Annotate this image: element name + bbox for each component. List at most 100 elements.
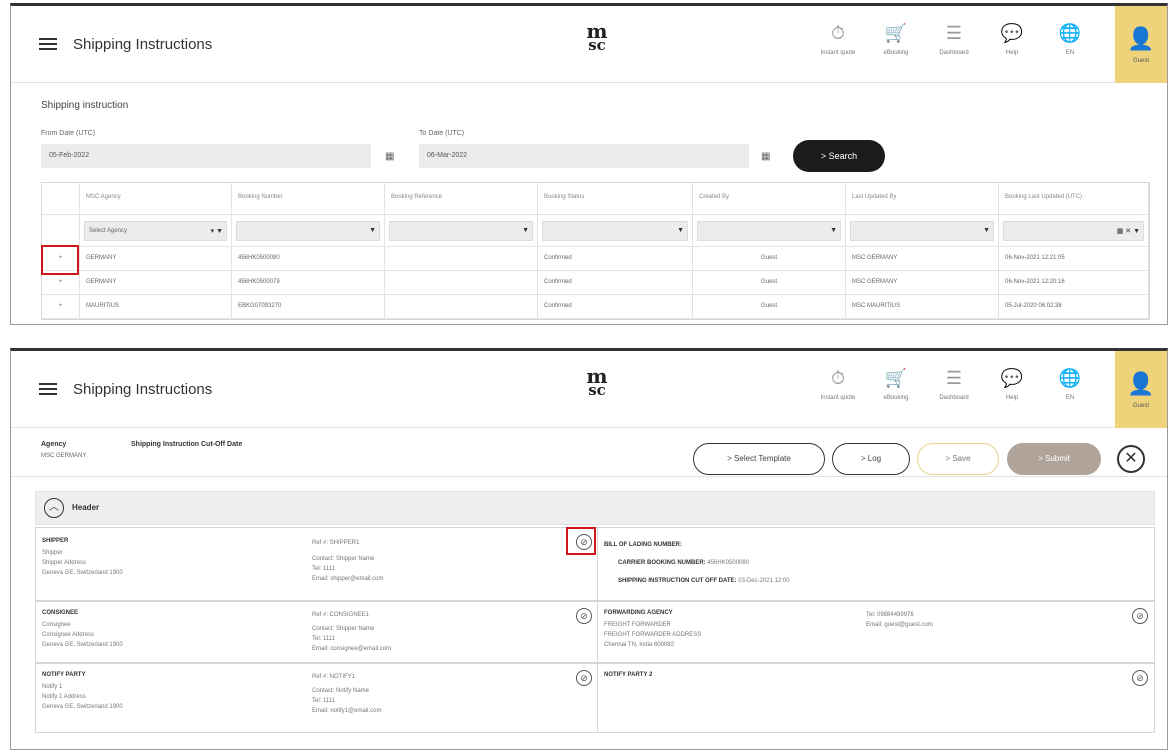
nav-language[interactable]: 🌐 EN — [1045, 365, 1095, 415]
consignee-title: CONSIGNEE — [42, 610, 79, 616]
expand-column-header — [42, 183, 80, 215]
filter-icon[interactable]: ▼ — [369, 227, 376, 234]
close-icon[interactable]: ✕ — [1117, 445, 1145, 473]
filter-icon[interactable]: ▾ ▼ — [211, 227, 223, 235]
filter-icon[interactable]: ▼ — [830, 227, 837, 234]
filter-icon[interactable]: ▼ — [522, 227, 529, 234]
notify-ref: Ref #: NOTIFY1 — [312, 674, 356, 680]
help-icon: 💬 — [1000, 23, 1024, 43]
column-header[interactable]: MSC Agency — [80, 183, 232, 215]
shipper-email: Email: shipper@email.com — [312, 576, 384, 582]
filter-input[interactable]: ▼ — [236, 221, 380, 241]
search-button[interactable]: > Search — [793, 140, 885, 172]
si-cutoff-date: SHIPPING INSTRUCTION CUT OFF DATE: 03-De… — [618, 578, 790, 584]
booking-grid: MSC Agency Booking Number Booking Refere… — [41, 182, 1150, 320]
nav-instant-quote[interactable]: ⏱ Instant quote — [813, 365, 863, 415]
msc-logo[interactable]: m sc — [581, 366, 613, 398]
nav-language[interactable]: 🌐 EN — [1045, 20, 1095, 70]
agency-value: MSC GERMANY — [41, 453, 87, 459]
to-date-input[interactable]: 06-Mar-2022 — [419, 144, 749, 168]
filter-input[interactable]: ▼ — [542, 221, 688, 241]
edit-icon[interactable]: ⊘ — [576, 608, 592, 624]
user-icon: 👤 — [1127, 371, 1155, 396]
column-header[interactable]: Booking Last Updated (UTC) — [999, 183, 1149, 215]
app-title: Shipping Instructions — [73, 381, 213, 398]
table-row[interactable]: + GERMANY 456HK0500079 Confirmed Guest M… — [42, 271, 1149, 295]
date-filter-input[interactable]: ▦ ✕ ▼ — [1003, 221, 1144, 241]
nav-help[interactable]: 💬 Help — [987, 20, 1037, 70]
notify-party-title: NOTIFY PARTY — [42, 672, 86, 678]
highlight-box — [41, 245, 79, 275]
nav-help[interactable]: 💬 Help — [987, 365, 1037, 415]
shipper-ref: Ref #: SHIPPER1 — [312, 540, 360, 546]
forwarding-agency-box: FORWARDING AGENCY FREIGHT FORWARDER FREI… — [597, 601, 1155, 663]
highlight-box — [566, 527, 596, 555]
filter-input[interactable]: ▼ — [850, 221, 994, 241]
calendar-icon[interactable]: ▦ — [385, 151, 394, 162]
booking-info-box: BILL OF LADING NUMBER: CARRIER BOOKING N… — [597, 527, 1155, 601]
submit-button[interactable]: > Submit — [1007, 443, 1101, 475]
table-row[interactable]: + GERMANY 456HK0500080 Confirmed Guest M… — [42, 247, 1149, 271]
header-section-toggle[interactable]: ︿ Header — [35, 491, 1155, 525]
nav-ebooking[interactable]: 🛒 eBooking — [871, 20, 921, 70]
column-header[interactable]: Booking Status — [538, 183, 693, 215]
to-date-label: To Date (UTC) — [419, 130, 465, 137]
globe-icon: 🌐 — [1058, 368, 1082, 388]
msc-logo[interactable]: m sc — [581, 21, 613, 53]
table-row[interactable]: + MAURITIUS EBKG07093270 Confirmed Guest… — [42, 295, 1149, 319]
notify-email: Email: notify1@email.com — [312, 708, 382, 714]
shipper-tel: Tel: 1111 — [312, 566, 336, 572]
notify-contact: Contact: Notify Name — [312, 688, 370, 694]
agency-filter-select[interactable]: Select Agency ▾ ▼ — [84, 221, 227, 241]
from-date-input[interactable]: 05-Feb-2022 — [41, 144, 371, 168]
edit-icon[interactable]: ⊘ — [576, 670, 592, 686]
user-guest-button[interactable]: 👤 Guest — [1115, 351, 1167, 428]
user-icon: 👤 — [1127, 26, 1155, 51]
notify-party-2-title: NOTIFY PARTY 2 — [604, 672, 653, 678]
nav-dashboard[interactable]: ☰ Dashboard — [929, 365, 979, 415]
notify-tel: Tel: 1111 — [312, 698, 336, 704]
consignee-ref: Ref #: CONSIGNEE1 — [312, 612, 370, 618]
forwarding-email: Email: guest@guest.com — [866, 622, 933, 628]
edit-icon[interactable]: ⊘ — [1132, 670, 1148, 686]
dashboard-icon: ☰ — [945, 368, 963, 388]
nav-instant-quote[interactable]: ⏱ Instant quote — [813, 20, 863, 70]
column-header[interactable]: Booking Number — [232, 183, 385, 215]
stopwatch-icon: ⏱ — [830, 368, 846, 388]
cart-icon: 🛒 — [884, 368, 908, 388]
app-title: Shipping Instructions — [73, 36, 213, 53]
globe-icon: 🌐 — [1058, 23, 1082, 43]
nav-dashboard[interactable]: ☰ Dashboard — [929, 20, 979, 70]
filter-input[interactable]: ▼ — [389, 221, 533, 241]
agency-label: Agency — [41, 441, 67, 448]
header-section-title: Header — [72, 503, 100, 512]
forwarding-title: FORWARDING AGENCY — [604, 610, 673, 616]
filter-input[interactable]: ▼ — [697, 221, 841, 241]
shipping-instruction-detail-panel: Shipping Instructions m sc ⏱ Instant quot… — [10, 348, 1168, 750]
column-header[interactable]: Booking Reference — [385, 183, 538, 215]
filter-icon[interactable]: ▼ — [677, 227, 684, 234]
dashboard-icon: ☰ — [945, 23, 963, 43]
nav-ebooking[interactable]: 🛒 eBooking — [871, 365, 921, 415]
expand-row-icon[interactable]: + — [42, 295, 80, 319]
select-template-button[interactable]: > Select Template — [693, 443, 825, 475]
log-button[interactable]: > Log — [832, 443, 910, 475]
column-header[interactable]: Created By — [693, 183, 846, 215]
stopwatch-icon: ⏱ — [830, 23, 846, 43]
notify-party-box: NOTIFY PARTY Notify 1 Notify 1 Address G… — [35, 663, 598, 733]
menu-icon[interactable] — [39, 38, 57, 50]
menu-icon[interactable] — [39, 383, 57, 395]
cutoff-date-label: Shipping Instruction Cut-Off Date — [131, 441, 243, 448]
filter-icon[interactable]: ▦ ✕ ▼ — [1117, 227, 1140, 235]
save-button[interactable]: > Save — [917, 443, 999, 475]
edit-icon[interactable]: ⊘ — [1132, 608, 1148, 624]
user-guest-button[interactable]: 👤 Guest — [1115, 6, 1167, 83]
section-title: Shipping instruction — [41, 100, 129, 111]
consignee-email: Email: consignee@email.com — [312, 646, 392, 652]
shipper-title: SHIPPER — [42, 538, 69, 544]
chevron-up-icon[interactable]: ︿ — [44, 498, 64, 518]
calendar-icon[interactable]: ▦ — [761, 151, 770, 162]
filter-icon[interactable]: ▼ — [983, 227, 990, 234]
column-header[interactable]: Last Updated By — [846, 183, 999, 215]
help-icon: 💬 — [1000, 368, 1024, 388]
